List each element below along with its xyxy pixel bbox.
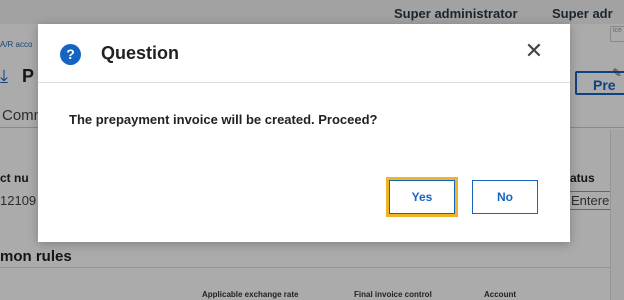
- dialog-message: The prepayment invoice will be created. …: [69, 112, 378, 127]
- yes-button[interactable]: Yes: [386, 177, 458, 217]
- dialog-header: ? Question ✕: [38, 24, 570, 83]
- dialog-title: Question: [101, 43, 180, 63]
- question-dialog: ? Question ✕ The prepayment invoice will…: [38, 24, 570, 242]
- question-icon: ?: [60, 44, 81, 65]
- close-icon[interactable]: ✕: [523, 40, 545, 62]
- no-button[interactable]: No: [472, 180, 538, 214]
